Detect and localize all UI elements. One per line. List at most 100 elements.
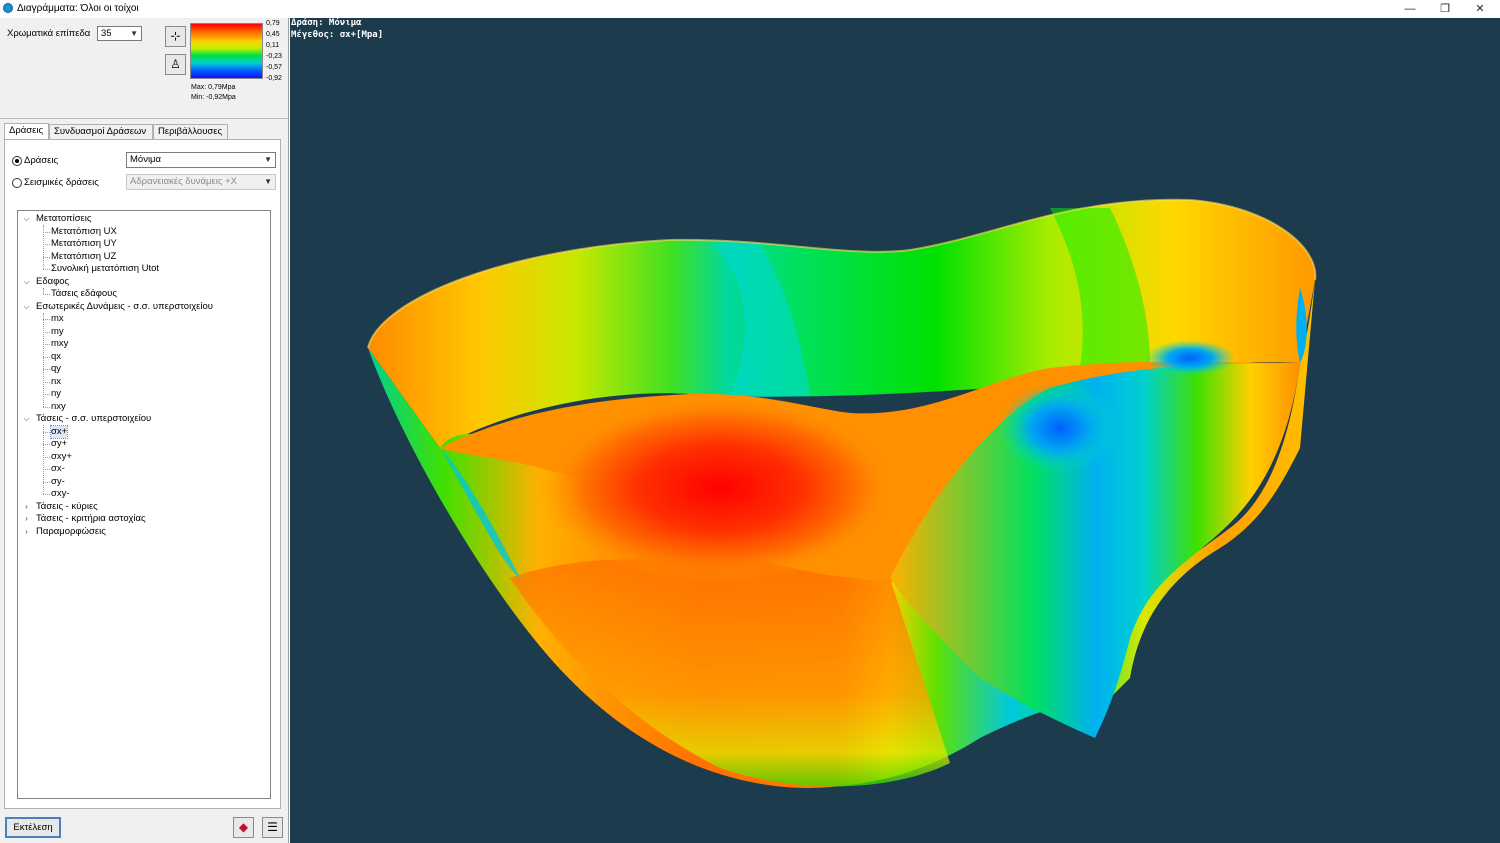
chevron-down-icon: ▼ bbox=[130, 29, 138, 38]
window-title: Διαγράμματα: Όλοι οι τοίχοι bbox=[17, 3, 139, 14]
actions-radio-label: Δράσεις bbox=[24, 155, 59, 166]
add-marker-button[interactable]: ⊹ bbox=[165, 26, 186, 47]
minimize-button[interactable]: — bbox=[1395, 0, 1425, 18]
tree-item[interactable]: qx bbox=[51, 351, 61, 363]
expand-icon[interactable]: › bbox=[22, 513, 31, 525]
color-levels-value: 35 bbox=[101, 28, 112, 39]
left-panel: Χρωματικά επίπεδα 35 ▼ ⊹ ♙ 0,79 0,45 0,1… bbox=[0, 18, 289, 843]
chevron-down-icon: ▼ bbox=[264, 155, 272, 164]
tree-item[interactable]: my bbox=[51, 326, 64, 338]
tree-item[interactable]: ny bbox=[51, 388, 61, 400]
expand-icon[interactable]: › bbox=[22, 526, 31, 538]
tree-group[interactable]: Εδαφος bbox=[36, 276, 69, 288]
tree-item[interactable]: mx bbox=[51, 313, 64, 325]
tree-connector bbox=[43, 344, 50, 345]
actions-select[interactable]: Μόνιμα ▼ bbox=[126, 152, 276, 168]
tree-connector bbox=[43, 319, 50, 320]
tree-item[interactable]: σx+ bbox=[49, 424, 69, 439]
list-button[interactable]: ☰ bbox=[262, 817, 283, 838]
3d-viewport[interactable]: Δράση: Μόνιμα Μέγεθος: σx+[Mpa] bbox=[290, 18, 1500, 843]
tree-connector bbox=[43, 231, 50, 233]
tree-group[interactable]: Τάσεις - κριτήρια αστοχίας bbox=[36, 513, 146, 525]
seismic-select[interactable]: Αδρανειακές δυνάμεις +X ▼ bbox=[126, 174, 276, 190]
tree-connector bbox=[43, 256, 50, 258]
restore-button[interactable]: ❐ bbox=[1430, 0, 1460, 18]
tree-connector bbox=[43, 269, 50, 270]
tree-connector bbox=[43, 312, 44, 407]
colorbar-tick: 0,11 bbox=[266, 42, 280, 49]
legend-section: Χρωματικά επίπεδα 35 ▼ ⊹ ♙ 0,79 0,45 0,1… bbox=[0, 18, 288, 119]
export-button[interactable]: ◆ bbox=[233, 817, 254, 838]
tree-connector bbox=[43, 381, 50, 383]
tree-group[interactable]: Μετατοπίσεις bbox=[36, 213, 91, 225]
tree-connector bbox=[43, 394, 50, 395]
tree-group[interactable]: Εσωτερικές Δυνάμεις - σ.σ. υπερστοιχείου bbox=[36, 301, 213, 313]
max-value-label: Max: 0,79Mpa bbox=[191, 84, 236, 91]
collapse-icon[interactable]: ⌵ bbox=[22, 276, 31, 288]
tree-item[interactable]: σxy+ bbox=[51, 451, 72, 463]
tree-item[interactable]: σx- bbox=[51, 463, 65, 475]
tree-item[interactable]: Συνολική μετατόπιση Utot bbox=[51, 263, 159, 275]
tree-item[interactable]: σy- bbox=[51, 476, 65, 488]
app-icon bbox=[3, 3, 13, 13]
collapse-icon[interactable]: ⌵ bbox=[22, 213, 31, 225]
color-levels-select[interactable]: 35 ▼ bbox=[97, 26, 142, 41]
chevron-down-icon: ▼ bbox=[264, 177, 272, 186]
run-button[interactable]: Εκτέλεση bbox=[5, 817, 61, 838]
close-button[interactable]: ✕ bbox=[1465, 0, 1495, 18]
actions-radio[interactable] bbox=[12, 156, 22, 166]
colorbar-tick: 0,79 bbox=[266, 20, 280, 27]
tree-connector bbox=[43, 356, 50, 358]
tree-group[interactable]: Τάσεις - κύριες bbox=[36, 501, 98, 513]
expand-icon[interactable]: › bbox=[22, 501, 31, 513]
tree-connector bbox=[43, 244, 50, 245]
tree-item[interactable]: qy bbox=[51, 363, 61, 375]
tree-connector bbox=[43, 425, 44, 494]
tree-connector bbox=[43, 369, 50, 370]
actions-panel: Δράσεις Μόνιμα ▼ Σεισμικές δράσεις Αδραν… bbox=[4, 139, 281, 809]
tree-connector bbox=[43, 481, 50, 483]
tree-group[interactable]: Τάσεις - σ.σ. υπερστοιχείου bbox=[36, 413, 151, 425]
tree-connector bbox=[43, 287, 44, 294]
results-tree[interactable]: ⌵ Μετατοπίσεις Μετατόπιση UX Μετατόπιση UY Μ… bbox=[17, 210, 271, 799]
title-bar: Διαγράμματα: Όλοι οι τοίχοι — ❐ ✕ bbox=[0, 0, 1500, 18]
tab-envelopes[interactable]: Περιβάλλουσες bbox=[153, 124, 228, 139]
tree-connector bbox=[43, 494, 50, 495]
figure-icon: ♙ bbox=[170, 57, 181, 71]
collapse-icon[interactable]: ⌵ bbox=[22, 413, 31, 425]
tree-item[interactable]: σxy- bbox=[51, 488, 70, 500]
colorbar-tick: -0,92 bbox=[266, 75, 282, 82]
seismic-radio[interactable] bbox=[12, 178, 22, 188]
tree-group[interactable]: Παραμορφώσεις bbox=[36, 526, 106, 538]
seismic-radio-label: Σεισμικές δράσεις bbox=[24, 177, 99, 188]
tree-connector bbox=[43, 294, 50, 295]
tree-connector bbox=[43, 456, 50, 458]
figure-button[interactable]: ♙ bbox=[165, 54, 186, 75]
tree-connector bbox=[43, 406, 50, 408]
tree-item[interactable]: Μετατόπιση UY bbox=[51, 238, 117, 250]
color-levels-label: Χρωματικά επίπεδα bbox=[7, 28, 91, 39]
marker-plus-icon: ⊹ bbox=[170, 29, 181, 43]
wall-stress-model bbox=[367, 198, 1317, 788]
list-icon: ☰ bbox=[267, 820, 278, 834]
tree-item[interactable]: Μετατόπιση UX bbox=[51, 226, 117, 238]
tree-item[interactable]: Μετατόπιση UZ bbox=[51, 251, 116, 263]
min-value-label: Min: -0,92Mpa bbox=[191, 94, 236, 101]
tree-item[interactable]: nxy bbox=[51, 401, 66, 413]
tab-combinations[interactable]: Συνδυασμοί Δράσεων bbox=[49, 124, 153, 139]
tree-item[interactable]: mxy bbox=[51, 338, 68, 350]
colorbar-tick: -0,23 bbox=[266, 53, 282, 60]
colorbar-tick: 0,45 bbox=[266, 31, 280, 38]
color-scale-bar bbox=[190, 23, 263, 79]
export-icon: ◆ bbox=[238, 820, 249, 834]
tree-item[interactable]: Τάσεις εδάφους bbox=[51, 288, 117, 300]
tree-connector bbox=[43, 431, 50, 433]
colorbar-tick: -0,57 bbox=[266, 64, 282, 71]
tree-connector bbox=[43, 469, 50, 470]
tree-connector bbox=[43, 225, 44, 269]
collapse-icon[interactable]: ⌵ bbox=[22, 301, 31, 313]
actions-select-value: Μόνιμα bbox=[130, 154, 162, 165]
tree-item[interactable]: σy+ bbox=[51, 438, 67, 450]
tree-item[interactable]: nx bbox=[51, 376, 61, 388]
tab-actions[interactable]: Δράσεις bbox=[4, 123, 49, 140]
